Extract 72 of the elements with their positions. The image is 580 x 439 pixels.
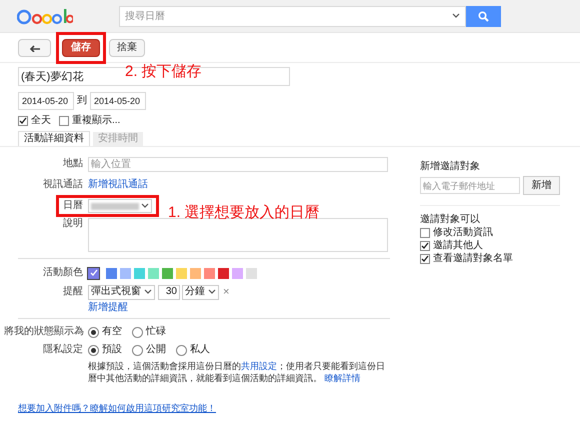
color-swatch[interactable] bbox=[134, 268, 145, 278]
field-label: 視訊通話 bbox=[43, 179, 83, 190]
back-arrow-icon bbox=[28, 44, 40, 52]
add-guest-button[interactable]: 新增 bbox=[523, 176, 560, 195]
radio-button[interactable] bbox=[88, 344, 99, 356]
color-swatch[interactable] bbox=[120, 268, 131, 278]
radio-label: 私人 bbox=[190, 344, 210, 356]
color-swatch[interactable] bbox=[204, 268, 215, 278]
caret-icon bbox=[452, 12, 460, 18]
back-button[interactable] bbox=[18, 38, 51, 56]
radio-label: 預設 bbox=[102, 344, 122, 356]
checkbox[interactable] bbox=[59, 116, 69, 126]
permission-label: 修改活動資訊 bbox=[433, 227, 493, 239]
checkbox[interactable] bbox=[420, 241, 430, 251]
color-swatch[interactable] bbox=[232, 268, 243, 278]
radio-button[interactable] bbox=[88, 326, 99, 338]
permission-label: 查看邀請對象名單 bbox=[433, 253, 513, 265]
option-label: 全天 bbox=[31, 115, 51, 127]
location-field[interactable]: 輸入位置 bbox=[88, 156, 388, 172]
privacy-note: 根據預設，這個活動會採用這份日曆的共用設定；使用者只要能看到這份日曆中其他活動的詳細資訊，就能看到這個活動的詳細資訊。 瞭解詳情 bbox=[88, 360, 386, 384]
field-label: 活動顏色 bbox=[43, 267, 83, 278]
color-swatch[interactable] bbox=[246, 268, 257, 278]
add-video-call-link[interactable]: 新增視訊通話 bbox=[88, 179, 148, 191]
learn-more-link[interactable]: 瞭解詳情 bbox=[324, 373, 361, 383]
field-label: 提醒 bbox=[63, 286, 83, 297]
caret-icon bbox=[144, 289, 152, 295]
checkbox[interactable] bbox=[18, 116, 28, 126]
checkbox[interactable] bbox=[420, 254, 430, 264]
permission-label: 邀請其他人 bbox=[433, 240, 483, 252]
caret-icon bbox=[208, 289, 216, 295]
radio-label: 有空 bbox=[102, 326, 122, 338]
description-field[interactable] bbox=[88, 218, 388, 252]
date-field[interactable]: 2014-05-20 bbox=[18, 92, 74, 110]
attachments-link[interactable]: 想要加入附件嗎？瞭解如何啟用這項研究室功能！ bbox=[18, 403, 216, 413]
to-label: 到 bbox=[76, 95, 88, 107]
add-reminder-link[interactable]: 新增提醒 bbox=[88, 302, 128, 313]
radio-label: 忙碌 bbox=[146, 326, 166, 338]
color-swatch[interactable] bbox=[106, 268, 117, 278]
option-label: 重複顯示... bbox=[72, 115, 120, 127]
color-swatch[interactable] bbox=[148, 268, 159, 278]
checkbox[interactable] bbox=[420, 228, 430, 238]
search-button[interactable] bbox=[466, 6, 501, 26]
reminder-unit-select[interactable]: 分鐘 bbox=[182, 284, 219, 300]
radio-button[interactable] bbox=[132, 344, 143, 356]
search-field[interactable]: 搜尋日曆 bbox=[119, 6, 466, 26]
date-field[interactable]: 2014-05-20 bbox=[90, 92, 146, 110]
caret-icon bbox=[141, 203, 149, 209]
tab[interactable]: 活動詳細資料 bbox=[18, 131, 90, 146]
field-label: 地點 bbox=[63, 158, 83, 169]
field-label: 日曆 bbox=[63, 200, 83, 212]
color-swatch[interactable] bbox=[218, 268, 229, 278]
color-swatch[interactable] bbox=[162, 268, 173, 278]
radio-label: 公開 bbox=[146, 344, 166, 356]
color-swatch[interactable] bbox=[190, 268, 201, 278]
search-icon bbox=[478, 10, 489, 22]
section-title: 邀請對象可以 bbox=[420, 214, 481, 226]
field-label: 將我的狀態顯示為 bbox=[4, 326, 84, 337]
field-label: 隱私設定 bbox=[43, 344, 83, 355]
reminder-amount-field[interactable]: 30 bbox=[158, 284, 180, 300]
radio-button[interactable] bbox=[176, 344, 187, 356]
sharing-settings-link[interactable]: 共用設定 bbox=[241, 361, 277, 371]
color-swatch[interactable] bbox=[88, 268, 99, 278]
remove-reminder-button[interactable]: × bbox=[223, 286, 230, 298]
radio-button[interactable] bbox=[132, 326, 143, 338]
field-label: 說明 bbox=[63, 218, 83, 229]
annotation-text: 1. 選擇想要放入的日曆 bbox=[168, 204, 320, 222]
guest-email-field[interactable]: 輸入電子郵件地址 bbox=[420, 177, 520, 194]
reminder-method-select[interactable]: 彈出式視窗 bbox=[88, 284, 155, 300]
discard-button[interactable]: 捨棄 bbox=[109, 38, 145, 56]
section-title: 新增邀請對象 bbox=[420, 161, 481, 173]
save-button[interactable]: 儲存 bbox=[62, 38, 100, 56]
color-swatch[interactable] bbox=[176, 268, 187, 278]
